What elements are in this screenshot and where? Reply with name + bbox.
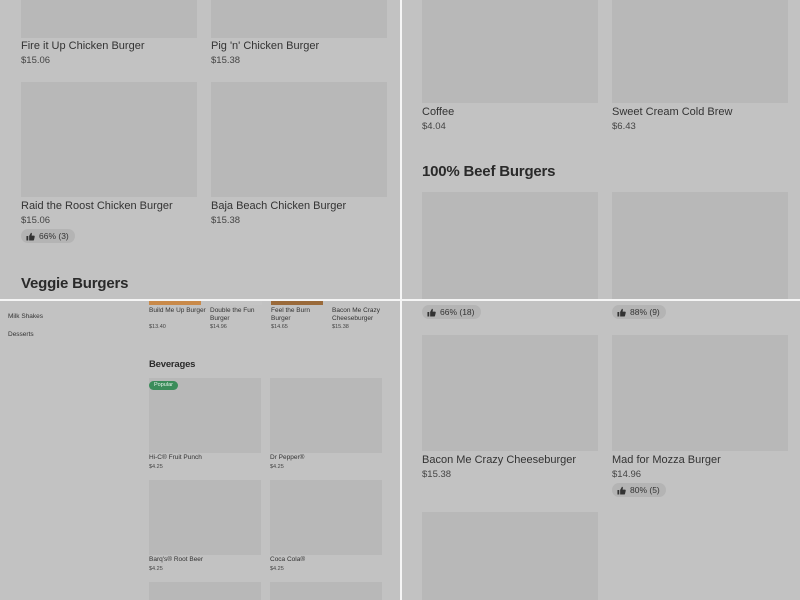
item-image[interactable] — [271, 301, 323, 305]
bottom-left-menu-panel: Milk Shakes Desserts Build Me Up Burger … — [0, 301, 400, 600]
item-image[interactable] — [149, 582, 261, 600]
item-image[interactable] — [422, 0, 598, 103]
item-name[interactable]: Hi-C® Fruit Punch — [149, 454, 202, 461]
rating-badge: 80% (5) — [612, 483, 666, 497]
item-image[interactable] — [332, 301, 384, 305]
item-price: $4.04 — [422, 121, 446, 132]
item-image[interactable] — [612, 192, 788, 299]
item-name[interactable]: Fire it Up Chicken Burger — [21, 40, 145, 52]
top-right-menu-panel: Coffee $4.04 Sweet Cream Cold Brew $6.43… — [402, 0, 800, 299]
item-name[interactable]: Mad for Mozza Burger — [612, 454, 721, 466]
item-image[interactable] — [211, 82, 387, 197]
item-price: $4.25 — [149, 464, 163, 470]
item-name[interactable]: Dr Pepper® — [270, 454, 304, 461]
item-image[interactable] — [149, 480, 261, 555]
rating-text: 66% (18) — [440, 307, 475, 317]
item-name[interactable]: Barq's® Root Beer — [149, 556, 203, 563]
item-price: $4.25 — [149, 566, 163, 572]
top-left-menu-panel: Fire it Up Chicken Burger $15.06 Pig 'n'… — [0, 0, 400, 299]
rating-badge: 66% (3) — [21, 229, 75, 243]
sidebar-item-milk-shakes[interactable]: Milk Shakes — [8, 313, 43, 320]
item-name[interactable]: Pig 'n' Chicken Burger — [211, 40, 319, 52]
item-price: $14.96 — [210, 324, 227, 330]
item-name[interactable]: Double the Fun Burger — [210, 307, 268, 323]
item-name[interactable]: Bacon Me Crazy Cheeseburger — [332, 307, 390, 323]
item-image[interactable] — [21, 0, 197, 38]
item-price: $15.38 — [211, 215, 241, 226]
item-image[interactable] — [149, 301, 201, 305]
thumbs-up-icon — [427, 308, 436, 317]
section-title: Veggie Burgers — [21, 275, 129, 292]
item-price: $13.40 — [149, 324, 166, 330]
item-price: $4.25 — [270, 464, 284, 470]
rating-text: 88% (9) — [630, 307, 660, 317]
item-name[interactable]: Bacon Me Crazy Cheeseburger — [422, 454, 576, 466]
item-name[interactable]: Build Me Up Burger — [149, 307, 207, 315]
item-image[interactable] — [270, 582, 382, 600]
rating-text: 80% (5) — [630, 485, 660, 495]
item-image[interactable] — [422, 512, 598, 600]
item-price: $15.38 — [422, 469, 452, 480]
item-price: $14.96 — [612, 469, 642, 480]
popular-badge: Popular — [149, 381, 178, 390]
item-image[interactable] — [422, 335, 598, 451]
item-price: $15.38 — [211, 55, 241, 66]
item-image[interactable] — [270, 378, 382, 453]
item-name[interactable]: Raid the Roost Chicken Burger — [21, 200, 173, 212]
item-price: $15.38 — [332, 324, 349, 330]
item-price: $6.43 — [612, 121, 636, 132]
item-image[interactable] — [210, 301, 262, 305]
section-title: 100% Beef Burgers — [422, 163, 556, 180]
item-name[interactable]: Feel the Burn Burger — [271, 307, 329, 323]
thumbs-up-icon — [26, 232, 35, 241]
item-image[interactable] — [422, 192, 598, 299]
item-image[interactable] — [270, 480, 382, 555]
item-name[interactable]: Sweet Cream Cold Brew — [612, 106, 732, 118]
item-name[interactable]: Coca Cola® — [270, 556, 305, 563]
item-price: $15.06 — [21, 215, 51, 226]
thumbs-up-icon — [617, 308, 626, 317]
item-image[interactable] — [21, 82, 197, 197]
rating-text: 66% (3) — [39, 231, 69, 241]
item-image[interactable] — [612, 335, 788, 451]
item-price: $4.25 — [270, 566, 284, 572]
bottom-right-menu-panel: 66% (18) 88% (9) Bacon Me Crazy Cheesebu… — [402, 301, 800, 600]
sidebar-item-desserts[interactable]: Desserts — [8, 331, 34, 338]
section-title: Beverages — [149, 359, 196, 370]
item-image[interactable] — [612, 0, 788, 103]
rating-badge: 88% (9) — [612, 305, 666, 319]
thumbs-up-icon — [617, 486, 626, 495]
item-name[interactable]: Baja Beach Chicken Burger — [211, 200, 346, 212]
rating-badge: 66% (18) — [422, 305, 481, 319]
item-name[interactable]: Coffee — [422, 106, 454, 118]
item-image[interactable] — [211, 0, 387, 38]
item-price: $15.06 — [21, 55, 51, 66]
item-price: $14.65 — [271, 324, 288, 330]
quadrant-divider-horizontal — [0, 299, 800, 301]
